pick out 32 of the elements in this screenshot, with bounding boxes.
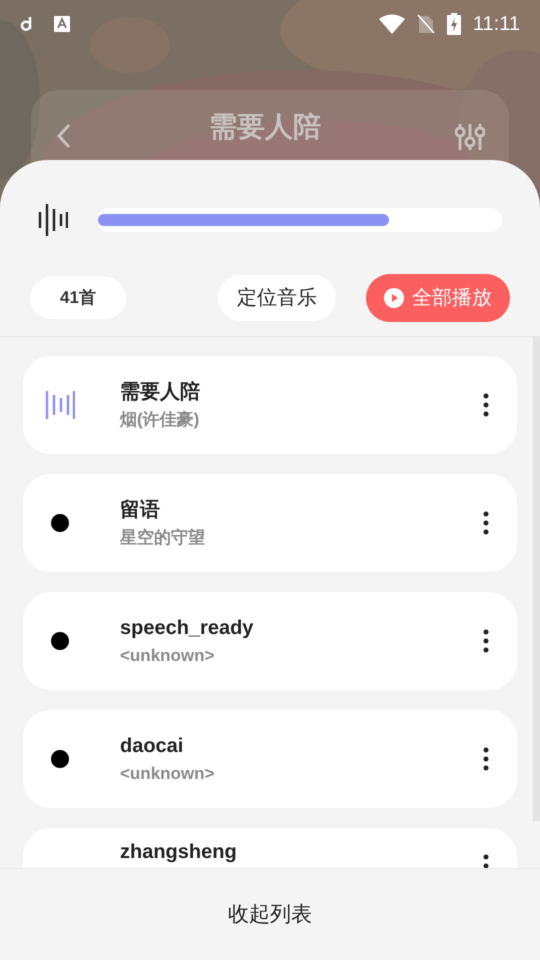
sound-wave-icon [38,203,68,237]
song-title: 需要人陪 [120,380,201,405]
more-icon[interactable] [483,629,489,653]
song-card[interactable]: daocai <unknown> [23,710,517,808]
song-title: speech_ready [120,616,254,641]
no-sim-icon [416,14,435,34]
app-icon [20,16,34,32]
progress-track[interactable] [98,208,502,232]
battery-charging-icon [446,13,461,35]
equalizer-icon[interactable] [455,122,485,152]
song-card[interactable]: 需要人陪 烟(许佳豪) [23,356,517,454]
wifi-icon [378,14,405,34]
collapse-list-button[interactable]: 收起列表 [212,890,328,938]
song-artist: <unknown> [120,645,216,667]
more-icon[interactable] [483,393,489,417]
song-card[interactable]: zhangsheng [23,828,517,868]
song-title: daocai [120,734,184,759]
song-card[interactable]: 留语 星空的守望 [23,474,517,572]
song-card[interactable]: speech_ready <unknown> [23,592,517,690]
locate-button[interactable]: 定位音乐 [218,275,336,321]
more-icon[interactable] [483,511,489,535]
song-title: 留语 [120,498,161,523]
song-artist: 星空的守望 [120,527,206,549]
more-icon[interactable] [483,747,489,771]
song-title: 需要人陪 [209,110,321,144]
song-count: 41首 [30,277,126,319]
song-artist: <unknown> [120,763,216,785]
song-artist: 烟(许佳豪) [120,409,200,431]
notification-icon [54,16,70,32]
song-title: zhangsheng [120,840,238,864]
clock-time: 11:11 [472,12,520,37]
play-icon [384,288,404,308]
